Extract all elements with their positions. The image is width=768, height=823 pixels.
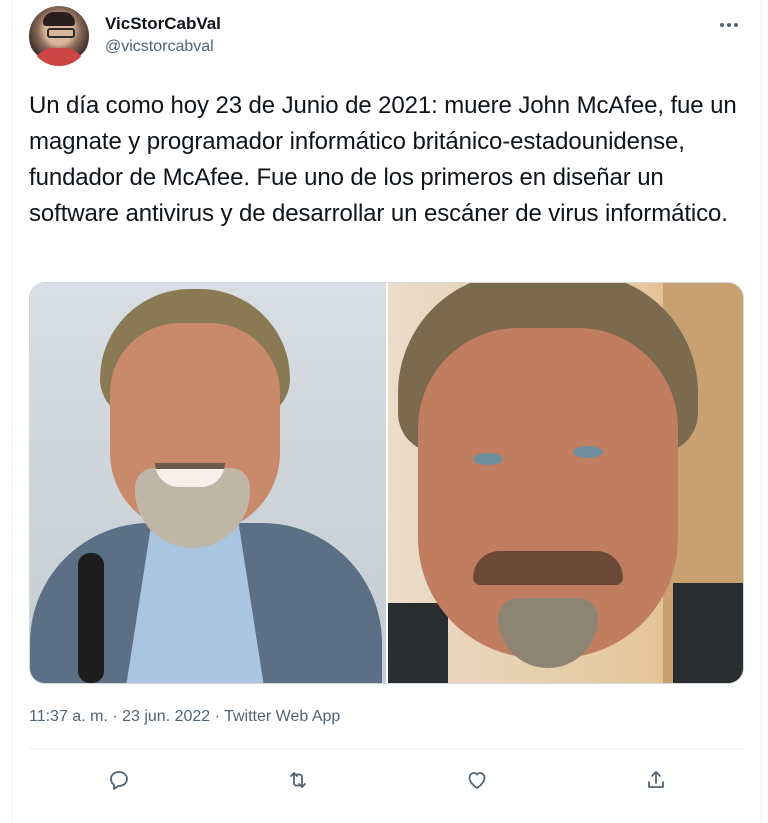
reply-icon (109, 771, 128, 790)
meta-separator: · (112, 708, 118, 725)
photo-2-goatee (497, 598, 598, 668)
tweet-meta: 11:37 a. m. · 23 jun. 2022 · Twitter Web… (29, 706, 340, 728)
photo-2[interactable] (387, 283, 743, 683)
avatar-glasses (47, 28, 75, 38)
tweet-time[interactable]: 11:37 a. m. (29, 708, 108, 725)
tweet-source[interactable]: Twitter Web App (224, 708, 340, 725)
retweet-icon (289, 772, 306, 788)
photo-2-eye-right (572, 446, 603, 458)
meta-separator: · (214, 708, 220, 725)
display-name[interactable]: VicStorCabVal (105, 14, 221, 34)
tweet-header: VicStorCabVal @vicstorcabval (29, 6, 745, 70)
tweet-card: VicStorCabVal @vicstorcabval Un día como… (12, 0, 762, 823)
user-info: VicStorCabVal @vicstorcabval (105, 14, 221, 57)
tweet-date[interactable]: 23 jun. 2022 (122, 708, 210, 725)
share-button[interactable] (636, 760, 676, 800)
action-bar (29, 752, 745, 808)
like-icon (468, 772, 485, 789)
photo-2-shirt-right (673, 583, 743, 683)
reply-button[interactable] (99, 760, 139, 800)
avatar-shirt (33, 48, 85, 66)
avatar-cap (43, 12, 75, 26)
photo-2-shirt-left (387, 603, 448, 683)
retweet-button[interactable] (278, 760, 318, 800)
user-handle[interactable]: @vicstorcabval (105, 37, 221, 57)
like-button[interactable] (457, 760, 497, 800)
photo-1[interactable] (30, 283, 386, 683)
photo-2-eye-left (472, 453, 503, 465)
avatar[interactable] (29, 6, 89, 66)
photo-1-microphone (78, 553, 104, 683)
share-icon (647, 771, 664, 788)
photo-2-mustache (472, 551, 623, 585)
media-grid (29, 282, 744, 684)
more-horizontal-icon[interactable] (713, 12, 745, 38)
divider (29, 748, 745, 749)
tweet-text: Un día como hoy 23 de Junio de 2021: mue… (29, 92, 737, 227)
